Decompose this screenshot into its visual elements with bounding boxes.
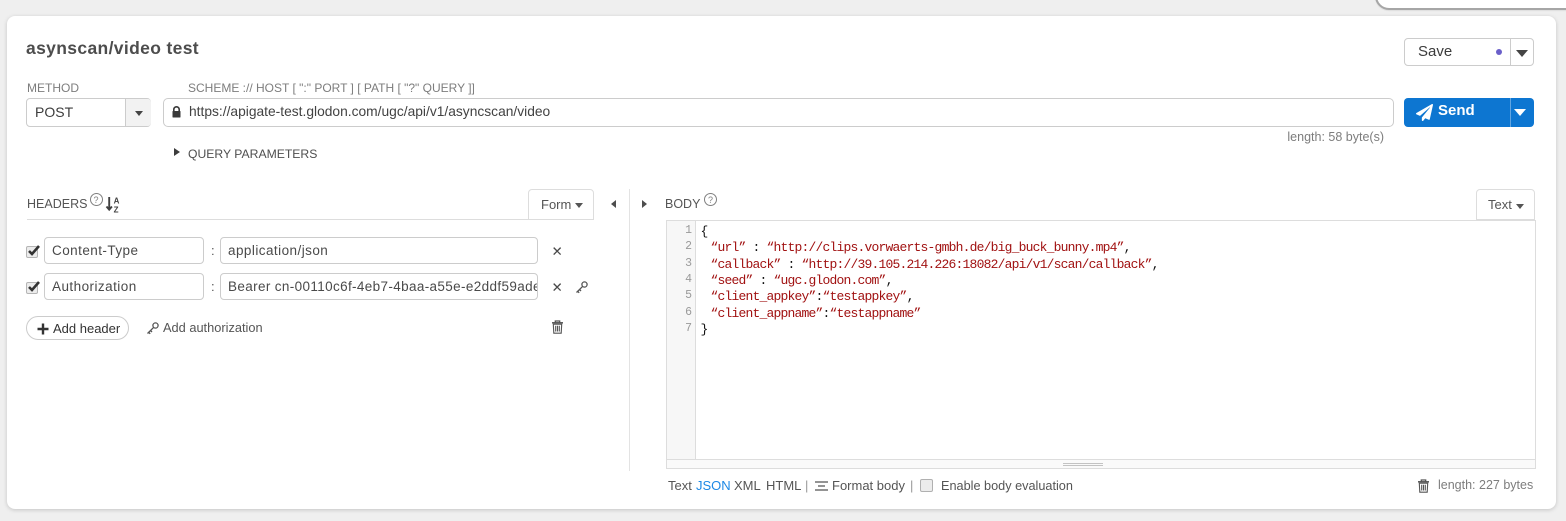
svg-text:Z: Z: [114, 206, 119, 214]
svg-text:A: A: [114, 197, 120, 206]
